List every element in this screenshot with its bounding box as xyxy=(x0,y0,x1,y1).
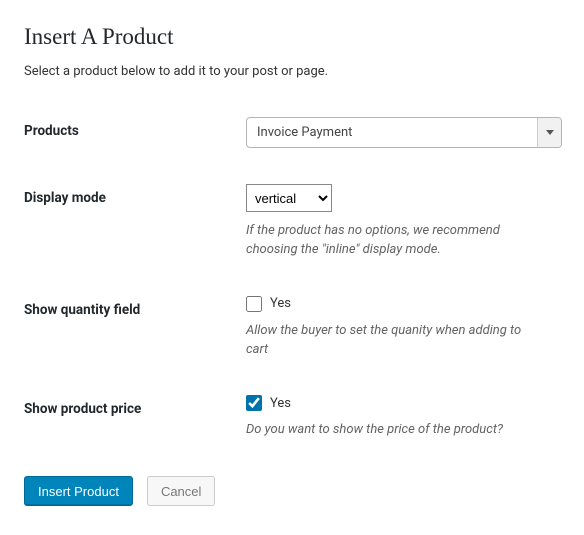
page-title: Insert A Product xyxy=(24,24,560,50)
show-quantity-checkbox-label: Yes xyxy=(270,296,291,311)
row-products: Products Invoice Payment xyxy=(24,117,560,148)
actions-row: Insert Product Cancel xyxy=(24,476,560,506)
display-mode-label: Display mode xyxy=(24,184,246,206)
show-price-checkbox-label: Yes xyxy=(270,396,291,411)
show-price-hint: Do you want to show the price of the pro… xyxy=(246,421,546,440)
row-show-quantity: Show quantity field Yes Allow the buyer … xyxy=(24,296,560,360)
products-select[interactable]: Invoice Payment xyxy=(246,117,562,148)
show-quantity-label: Show quantity field xyxy=(24,296,246,318)
products-label: Products xyxy=(24,117,246,139)
display-mode-hint: If the product has no options, we recomm… xyxy=(246,222,546,260)
page-intro: Select a product below to add it to your… xyxy=(24,64,560,79)
row-show-price: Show product price Yes Do you want to sh… xyxy=(24,395,560,440)
show-quantity-hint: Allow the buyer to set the quanity when … xyxy=(246,322,546,360)
show-price-checkbox[interactable] xyxy=(246,395,262,411)
insert-product-button[interactable]: Insert Product xyxy=(24,476,133,506)
show-quantity-checkbox[interactable] xyxy=(246,296,262,312)
cancel-button[interactable]: Cancel xyxy=(147,476,215,506)
row-display-mode: Display mode vertical If the product has… xyxy=(24,184,560,260)
display-mode-select[interactable]: vertical xyxy=(246,184,332,212)
chevron-down-icon xyxy=(537,118,561,147)
products-select-value: Invoice Payment xyxy=(257,125,352,140)
show-price-label: Show product price xyxy=(24,395,246,417)
